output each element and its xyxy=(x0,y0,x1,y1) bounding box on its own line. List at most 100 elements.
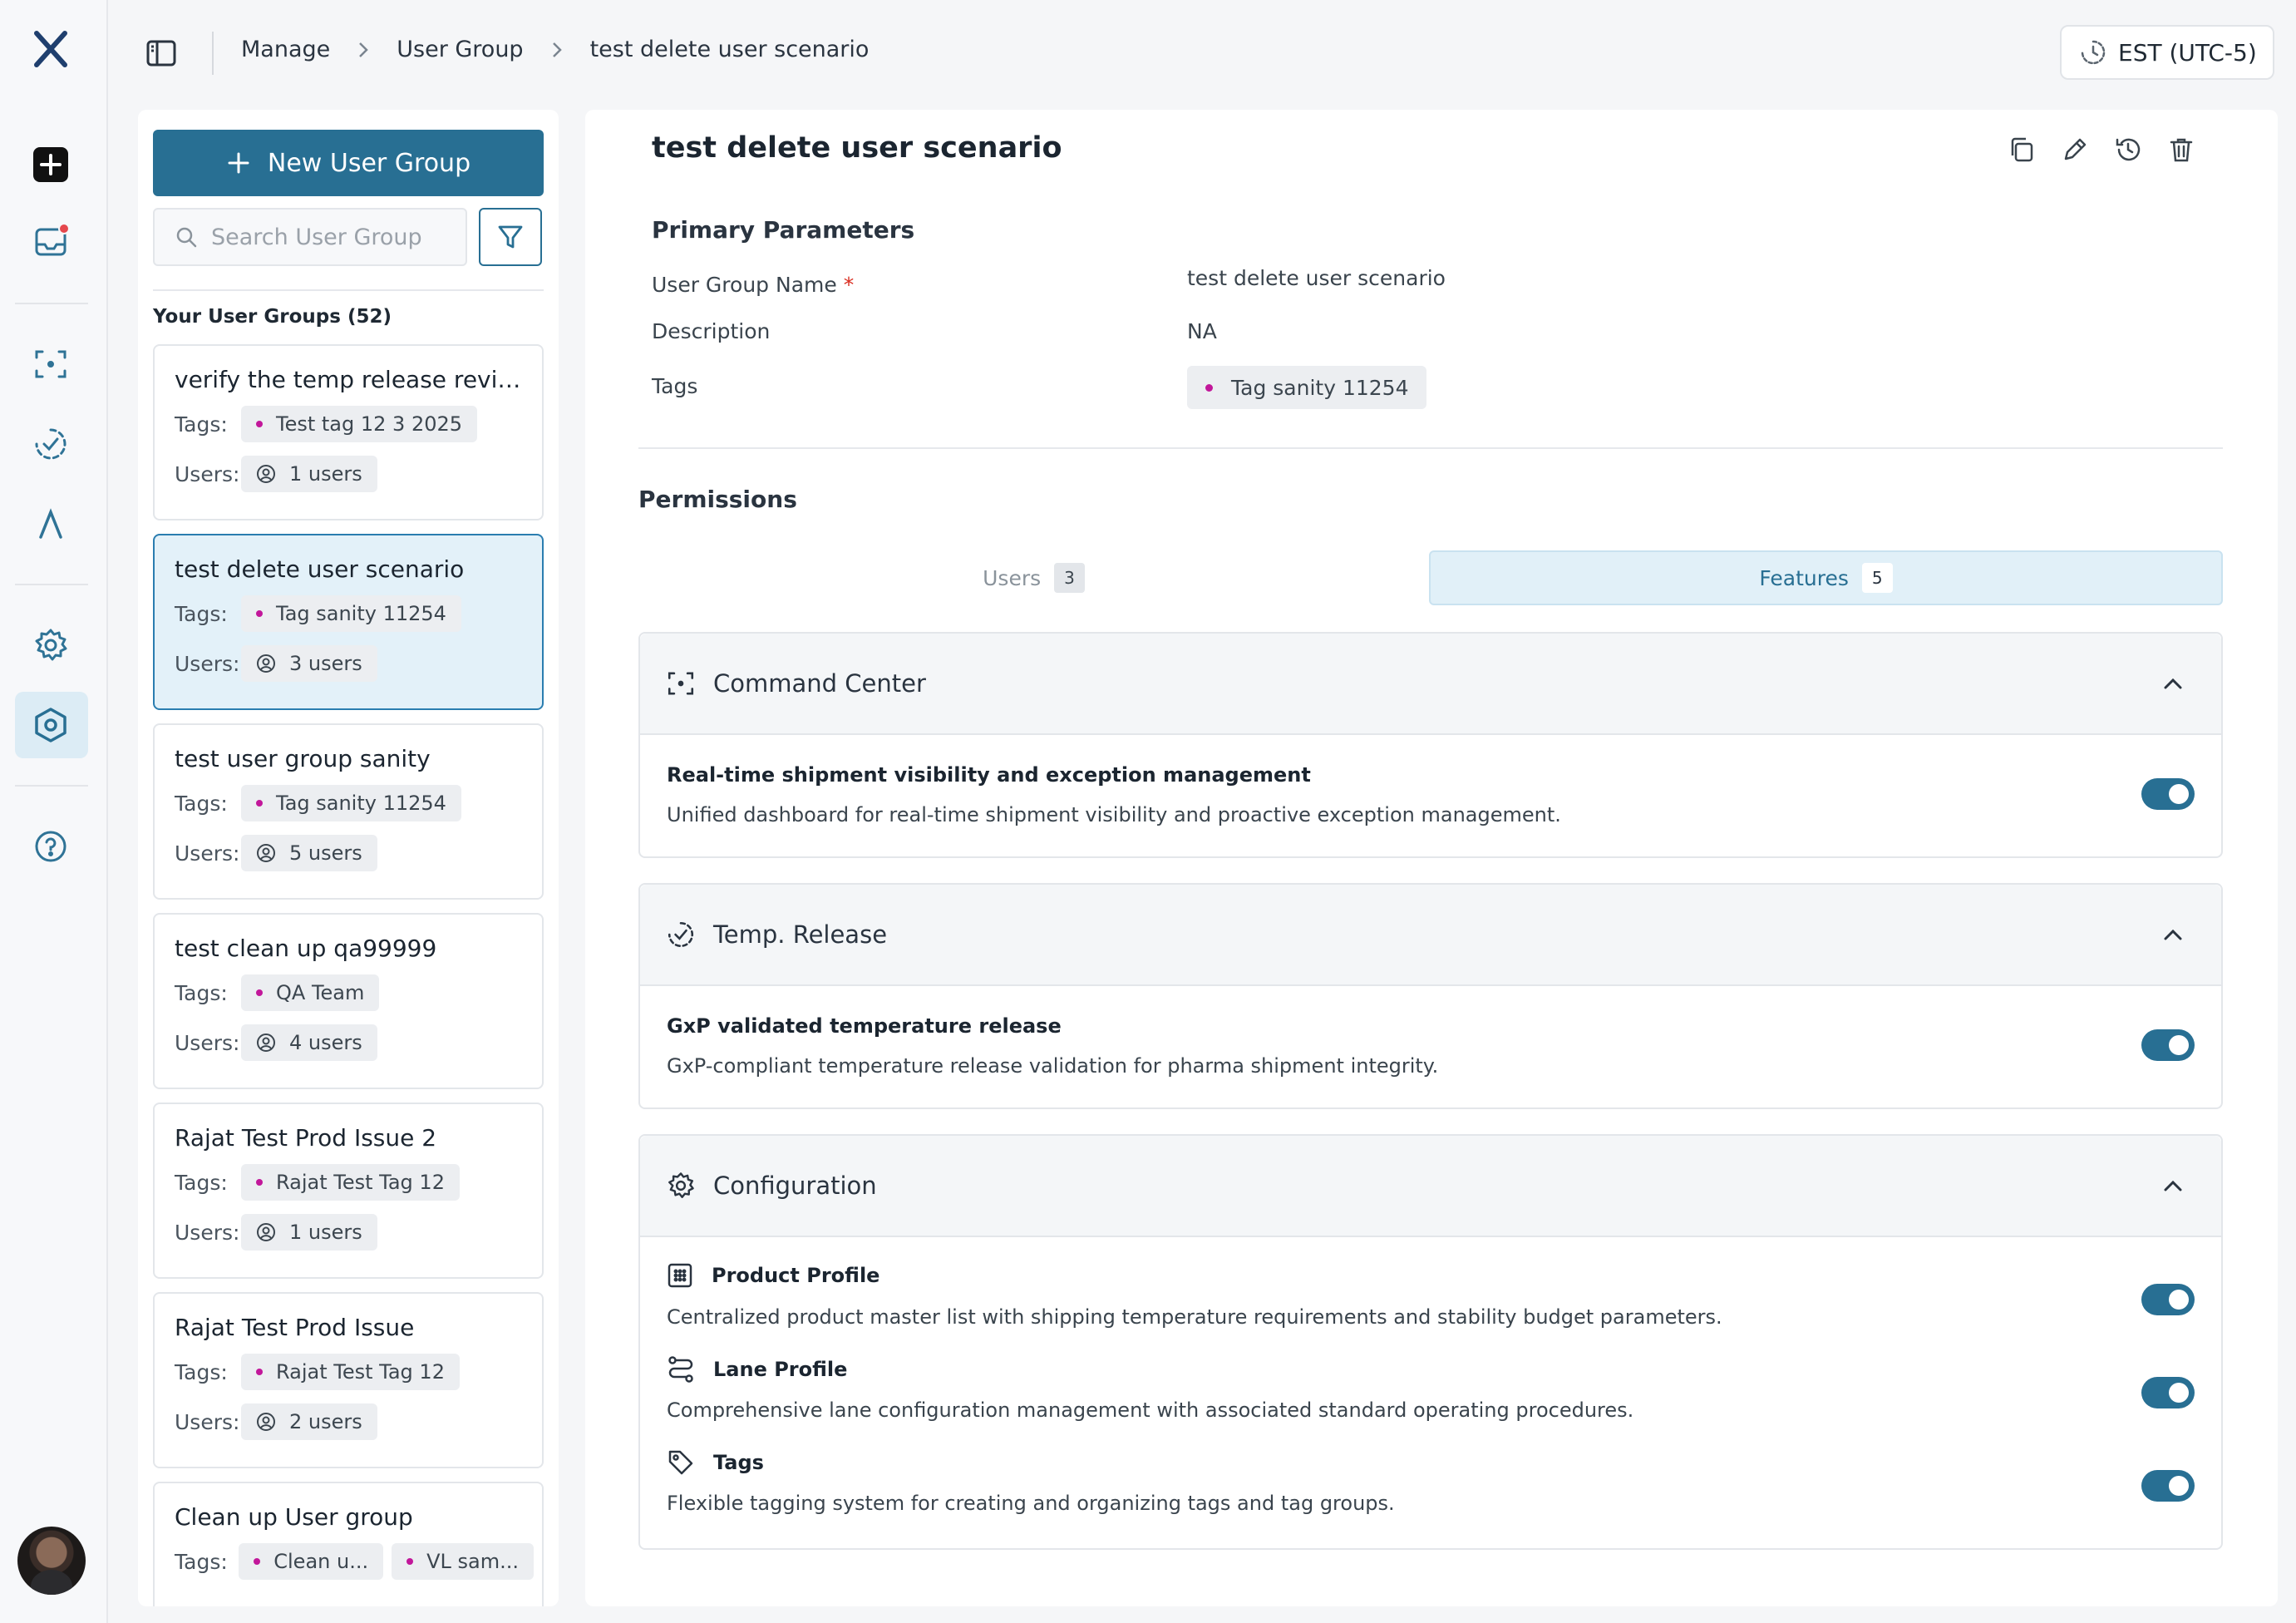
history-icon[interactable] xyxy=(2113,135,2143,165)
feature-toggle[interactable] xyxy=(2141,1029,2195,1061)
sidebar-toggle-icon[interactable] xyxy=(145,37,178,70)
delete-icon[interactable] xyxy=(2166,135,2196,165)
tag-dot xyxy=(256,1179,263,1186)
detail-actions xyxy=(2007,135,2196,165)
clock-icon xyxy=(2081,40,2106,65)
feature-item: GxP validated temperature release GxP-co… xyxy=(640,986,2221,1109)
tag-dot xyxy=(406,1558,414,1565)
user-group-card[interactable]: test clean up qa99999 Tags: QA Team Users: 4… xyxy=(153,913,544,1089)
feature-description: Comprehensive lane configuration managem… xyxy=(667,1399,1634,1422)
new-user-group-label: New User Group xyxy=(267,148,471,178)
user-group-card[interactable]: verify the temp release review... Tags: Te… xyxy=(153,344,544,520)
filter-button[interactable] xyxy=(479,208,542,266)
tag-dot xyxy=(256,1369,263,1375)
settings-hex-icon[interactable] xyxy=(31,705,71,745)
user-circle-icon xyxy=(256,654,276,673)
tag-pill: Tag sanity 11254 xyxy=(241,785,461,821)
tag-label: Rajat Test Tag 12 xyxy=(276,1171,445,1194)
grid-icon xyxy=(668,1263,692,1288)
tab-features[interactable]: Features 5 xyxy=(1429,550,2223,605)
feature-description: Unified dashboard for real-time shipment… xyxy=(667,803,1561,826)
feature-name: Tags xyxy=(667,1448,764,1477)
feature-group-header[interactable]: Configuration xyxy=(640,1136,2221,1237)
tags-label: Tags xyxy=(652,374,698,398)
feature-item: Lane Profile Comprehensive lane configur… xyxy=(640,1330,2221,1423)
list-divider xyxy=(153,289,544,291)
notification-badge xyxy=(58,223,70,234)
tag-pill: Clean u... xyxy=(239,1543,384,1580)
scan-icon[interactable] xyxy=(31,344,71,384)
plus-icon xyxy=(228,152,249,174)
search-box xyxy=(153,208,467,266)
plus-square-icon[interactable] xyxy=(31,145,71,185)
breadcrumb-manage[interactable]: Manage xyxy=(241,37,330,62)
tag-value: Tag sanity 11254 xyxy=(1231,375,1409,400)
lambda-icon[interactable] xyxy=(31,504,71,544)
user-group-card[interactable]: Rajat Test Prod Issue Tags: Rajat Test Tag… xyxy=(153,1292,544,1468)
description-label: Description xyxy=(652,319,771,343)
breadcrumb-current: test delete user scenario xyxy=(589,37,870,62)
user-group-card[interactable]: Rajat Test Prod Issue 2 Tags: Rajat Test T… xyxy=(153,1103,544,1279)
tab-users[interactable]: Users 3 xyxy=(638,550,1429,605)
tab-users-label: Users xyxy=(983,565,1042,590)
card-title: verify the temp release review... xyxy=(175,366,524,393)
copy-icon[interactable] xyxy=(2007,135,2037,165)
user-circle-icon xyxy=(256,1412,276,1432)
users-row: Users: 4 users xyxy=(175,1024,542,1062)
feature-item: Real-time shipment visibility and except… xyxy=(640,735,2221,858)
feature-name: Real-time shipment visibility and except… xyxy=(667,763,1311,787)
feature-toggle[interactable] xyxy=(2141,1284,2195,1315)
check-circle-icon[interactable] xyxy=(31,424,71,464)
help-icon[interactable] xyxy=(31,826,71,866)
feature-group-header[interactable]: Command Center xyxy=(640,634,2221,735)
feature-item: Tags Flexible tagging system for creatin… xyxy=(640,1423,2221,1517)
gear-icon[interactable] xyxy=(31,625,71,665)
users-label: Users: xyxy=(175,1030,240,1055)
tab-features-count: 5 xyxy=(1861,563,1893,593)
feature-name-text: Lane Profile xyxy=(713,1358,848,1381)
chevron-up-icon[interactable] xyxy=(2161,672,2185,695)
search-input[interactable] xyxy=(211,224,461,250)
users-label: Users: xyxy=(175,841,240,866)
user-group-card[interactable]: test delete user scenario Tags: Tag sanity… xyxy=(153,534,544,710)
user-group-cards: verify the temp release review... Tags: Te… xyxy=(153,344,544,1606)
user-group-card[interactable]: test user group sanity Tags: Tag sanity 11… xyxy=(153,723,544,900)
feature-group-configuration: Configuration Product Profile Centralize… xyxy=(638,1134,2223,1550)
tag-label: Rajat Test Tag 12 xyxy=(276,1360,445,1384)
avatar[interactable] xyxy=(17,1527,86,1595)
filter-icon xyxy=(498,225,523,249)
permissions-heading: Permissions xyxy=(638,486,797,513)
tag-label: Test tag 12 3 2025 xyxy=(276,412,463,436)
users-pill: 1 users xyxy=(241,1214,377,1251)
users-label: Users: xyxy=(175,1409,240,1434)
tags-label: Tags: xyxy=(175,791,228,816)
tag-label: Tag sanity 11254 xyxy=(276,792,446,815)
user-group-name-label: User Group Name * xyxy=(652,273,854,297)
feature-toggle[interactable] xyxy=(2141,1470,2195,1502)
rail-divider xyxy=(15,785,88,787)
timezone-label: EST (UTC-5) xyxy=(2118,38,2257,67)
tags-row: Tags: Clean u... VL sam... xyxy=(175,1542,542,1581)
card-title: test user group sanity xyxy=(175,745,431,772)
new-user-group-button[interactable]: New User Group xyxy=(153,130,544,196)
tag-dot xyxy=(1205,383,1213,392)
user-group-card[interactable]: Clean up User group Tags: Clean u... VL sam… xyxy=(153,1482,544,1606)
edit-icon[interactable] xyxy=(2060,135,2090,165)
chevron-up-icon[interactable] xyxy=(2161,1174,2185,1197)
tags-row: Tags: Rajat Test Tag 12 xyxy=(175,1353,542,1391)
app-logo[interactable] xyxy=(32,30,70,68)
feature-group-header[interactable]: Temp. Release xyxy=(640,885,2221,986)
tag-icon xyxy=(668,1450,693,1475)
users-count: 3 users xyxy=(289,652,362,675)
breadcrumb-user-group[interactable]: User Group xyxy=(397,37,523,62)
feature-toggle[interactable] xyxy=(2141,1377,2195,1408)
users-row: Users: 5 users xyxy=(175,834,542,872)
chevron-up-icon[interactable] xyxy=(2161,923,2185,946)
tags-row: Tags: Tag sanity 11254 xyxy=(175,594,542,633)
feature-name: GxP validated temperature release xyxy=(667,1014,1062,1038)
feature-toggle[interactable] xyxy=(2141,778,2195,810)
timezone-selector[interactable]: EST (UTC-5) xyxy=(2060,25,2274,80)
users-row: Users: 2 users xyxy=(175,1403,542,1441)
users-row: Users: 1 users xyxy=(175,455,542,493)
user-circle-icon xyxy=(256,1222,276,1242)
